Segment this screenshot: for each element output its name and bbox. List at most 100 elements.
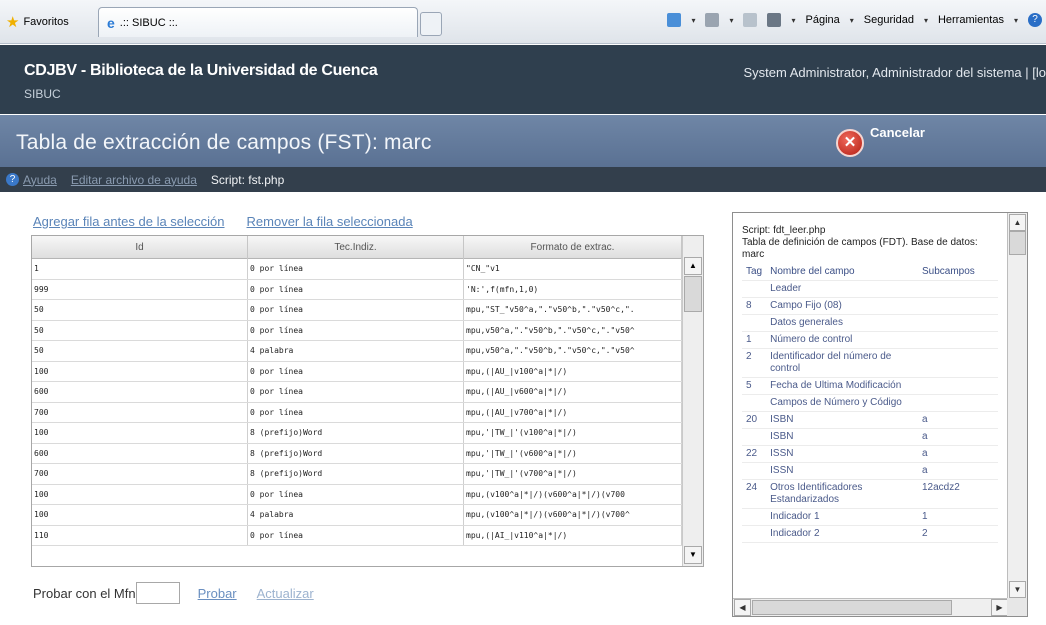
chevron-down-icon[interactable]: ▾ [791,16,795,25]
grid-scrollbar[interactable]: ▲ ▼ [682,236,703,566]
fdt-horizontal-scrollbar[interactable]: ◀ ▶ [733,598,1009,616]
menu-herramientas[interactable]: Herramientas [938,14,1004,26]
cell-formato[interactable]: mpu,(|AU_|v100^a|*|/) [464,361,682,381]
fdt-row: 5 Fecha de Ultima Modificación [742,377,998,395]
cell-id[interactable]: 50 [32,341,248,361]
chevron-down-icon: ▾ [1013,15,1018,25]
cell-tec-indiz[interactable]: 0 por línea [248,279,464,299]
cell-id[interactable]: 1 [32,259,248,279]
cell-id[interactable]: 50 [32,320,248,340]
table-row[interactable]: 100 0 por línea mpu,(|AU_|v100^a|*|/) [32,361,682,382]
cell-tec-indiz[interactable]: 8 (prefijo)Word [248,464,464,484]
cell-tec-indiz[interactable]: 4 palabra [248,505,464,525]
scroll-up-icon[interactable]: ▲ [1009,214,1026,231]
cell-formato[interactable]: mpu,'|TW_|'(v700^a|*|/) [464,464,682,484]
cell-formato[interactable]: mpu,v50^a,"."v50^b,"."v50^c,"."v50^ [464,341,682,361]
table-row[interactable]: 50 0 por línea mpu,v50^a,"."v50^b,"."v50^c… [32,320,682,341]
scroll-left-icon[interactable]: ◀ [734,599,751,616]
table-row[interactable]: 600 8 (prefijo)Word mpu,'|TW_|'(v600^a|*|/… [32,443,682,464]
add-row-link[interactable]: Agregar fila antes de la selección [33,214,225,229]
cell-formato[interactable]: mpu,'|TW_|'(v100^a|*|/) [464,423,682,443]
cell-formato[interactable]: mpu,(v100^a|*|/)(v600^a|*|/)(v700 [464,484,682,504]
scroll-down-icon[interactable]: ▼ [684,546,702,564]
probar-link[interactable]: Probar [198,586,237,601]
scroll-up-icon[interactable]: ▲ [684,257,702,275]
cell-id[interactable]: 700 [32,464,248,484]
app-header: CDJBV - Biblioteca de la Universidad de … [0,45,1046,114]
cell-id[interactable]: 600 [32,443,248,463]
cancel-button[interactable]: ✕ Cancelar [836,123,925,157]
cell-formato[interactable]: mpu,"ST_"v50^a,"."v50^b,"."v50^c,". [464,300,682,320]
mfn-input[interactable] [135,582,180,604]
cell-tec-indiz[interactable]: 0 por línea [248,525,464,545]
table-row[interactable]: 700 8 (prefijo)Word mpu,'|TW_|'(v700^a|*|/… [32,464,682,485]
table-row[interactable]: 100 8 (prefijo)Word mpu,'|TW_|'(v100^a|*|/… [32,423,682,444]
cell-tec-indiz[interactable]: 0 por línea [248,484,464,504]
print-icon[interactable] [767,13,782,27]
cell-tec-indiz[interactable]: 0 por línea [248,361,464,381]
fdt-vertical-scrollbar[interactable]: ▲ ▼ [1007,213,1027,599]
fst-grid[interactable]: Id Tec.Indiz. Formato de extrac. 10 por … [31,235,704,567]
help-icon[interactable]: ? [1028,13,1042,27]
cell-id[interactable]: 110 [32,525,248,545]
cell-tec-indiz[interactable]: 8 (prefijo)Word [248,443,464,463]
cell-tec-indiz[interactable]: 0 por línea [248,300,464,320]
edit-help-link[interactable]: Editar archivo de ayuda [71,173,197,187]
menu-pagina[interactable]: Página [806,14,840,26]
table-row[interactable]: 999 0 por línea 'N:',f(mfn,1,0) [32,279,682,300]
cell-formato[interactable]: mpu,(v100^a|*|/)(v600^a|*|/)(v700^ [464,505,682,525]
column-header-formato[interactable]: Formato de extrac. [464,236,682,259]
cell-tec-indiz[interactable]: 0 por línea [248,259,464,279]
scroll-down-icon[interactable]: ▼ [1009,581,1026,598]
remove-row-link[interactable]: Remover la fila seleccionada [247,214,413,229]
mail-icon[interactable] [743,13,758,27]
column-header-id[interactable]: Id [32,236,248,259]
new-tab-button[interactable] [420,12,442,36]
cell-tec-indiz[interactable]: 0 por línea [248,382,464,402]
cell-id[interactable]: 700 [32,402,248,422]
table-row[interactable]: 110 0 por línea mpu,(|AI_|v110^a|*|/) [32,525,682,546]
feed-icon[interactable] [705,13,720,27]
cell-id[interactable]: 999 [32,279,248,299]
cell-id[interactable]: 50 [32,300,248,320]
cell-formato[interactable]: mpu,'|TW_|'(v600^a|*|/) [464,443,682,463]
cell-id[interactable]: 100 [32,505,248,525]
cell-formato[interactable]: 'N:',f(mfn,1,0) [464,279,682,299]
cell-formato[interactable]: mpu,(|AU_|v600^a|*|/) [464,382,682,402]
fdt-field-name: ISSN [766,445,918,463]
table-row[interactable]: 100 4 palabra mpu,(v100^a|*|/)(v600^a|*|/)… [32,505,682,526]
table-row[interactable]: 50 4 palabra mpu,v50^a,"."v50^b,"."v50^c,"… [32,341,682,362]
fdt-table: Tag Nombre del campo Subcampos Leader 8 Ca… [742,264,998,543]
cell-tec-indiz[interactable]: 4 palabra [248,341,464,361]
chevron-down-icon[interactable]: ▾ [691,16,695,25]
cell-id[interactable]: 100 [32,361,248,381]
scroll-thumb[interactable] [1009,231,1026,255]
menu-seguridad[interactable]: Seguridad [864,14,914,26]
cell-tec-indiz[interactable]: 0 por línea [248,320,464,340]
chevron-down-icon[interactable]: ▾ [729,16,733,25]
scroll-thumb[interactable] [684,276,702,312]
cell-tec-indiz[interactable]: 0 por línea [248,402,464,422]
table-row[interactable]: 10 por línea "CN_"v1 [32,259,682,280]
cell-formato[interactable]: "CN_"v1 [464,259,682,279]
help-link[interactable]: Ayuda [23,173,57,187]
table-row[interactable]: 700 0 por línea mpu,(|AU_|v700^a|*|/) [32,402,682,423]
cell-formato[interactable]: mpu,(|AU_|v700^a|*|/) [464,402,682,422]
cell-id[interactable]: 600 [32,382,248,402]
scroll-right-icon[interactable]: ▶ [991,599,1008,616]
cell-formato[interactable]: mpu,(|AI_|v110^a|*|/) [464,525,682,545]
table-row[interactable]: 600 0 por línea mpu,(|AU_|v600^a|*|/) [32,382,682,403]
fdt-content: Script: fdt_leer.php Tabla de definición… [742,225,1000,543]
browser-tab[interactable]: e .:: SIBUC ::. [98,7,418,37]
cell-id[interactable]: 100 [32,423,248,443]
table-row[interactable]: 50 0 por línea mpu,"ST_"v50^a,"."v50^b,"."… [32,300,682,321]
cell-formato[interactable]: mpu,v50^a,"."v50^b,"."v50^c,"."v50^ [464,320,682,340]
column-header-tec-indiz[interactable]: Tec.Indiz. [248,236,464,259]
home-icon[interactable] [667,13,682,27]
actualizar-link[interactable]: Actualizar [257,586,314,601]
scroll-thumb[interactable] [752,600,952,615]
favorites-button[interactable]: ★ Favoritos [6,12,69,32]
cell-tec-indiz[interactable]: 8 (prefijo)Word [248,423,464,443]
table-row[interactable]: 100 0 por línea mpu,(v100^a|*|/)(v600^a|*|… [32,484,682,505]
cell-id[interactable]: 100 [32,484,248,504]
